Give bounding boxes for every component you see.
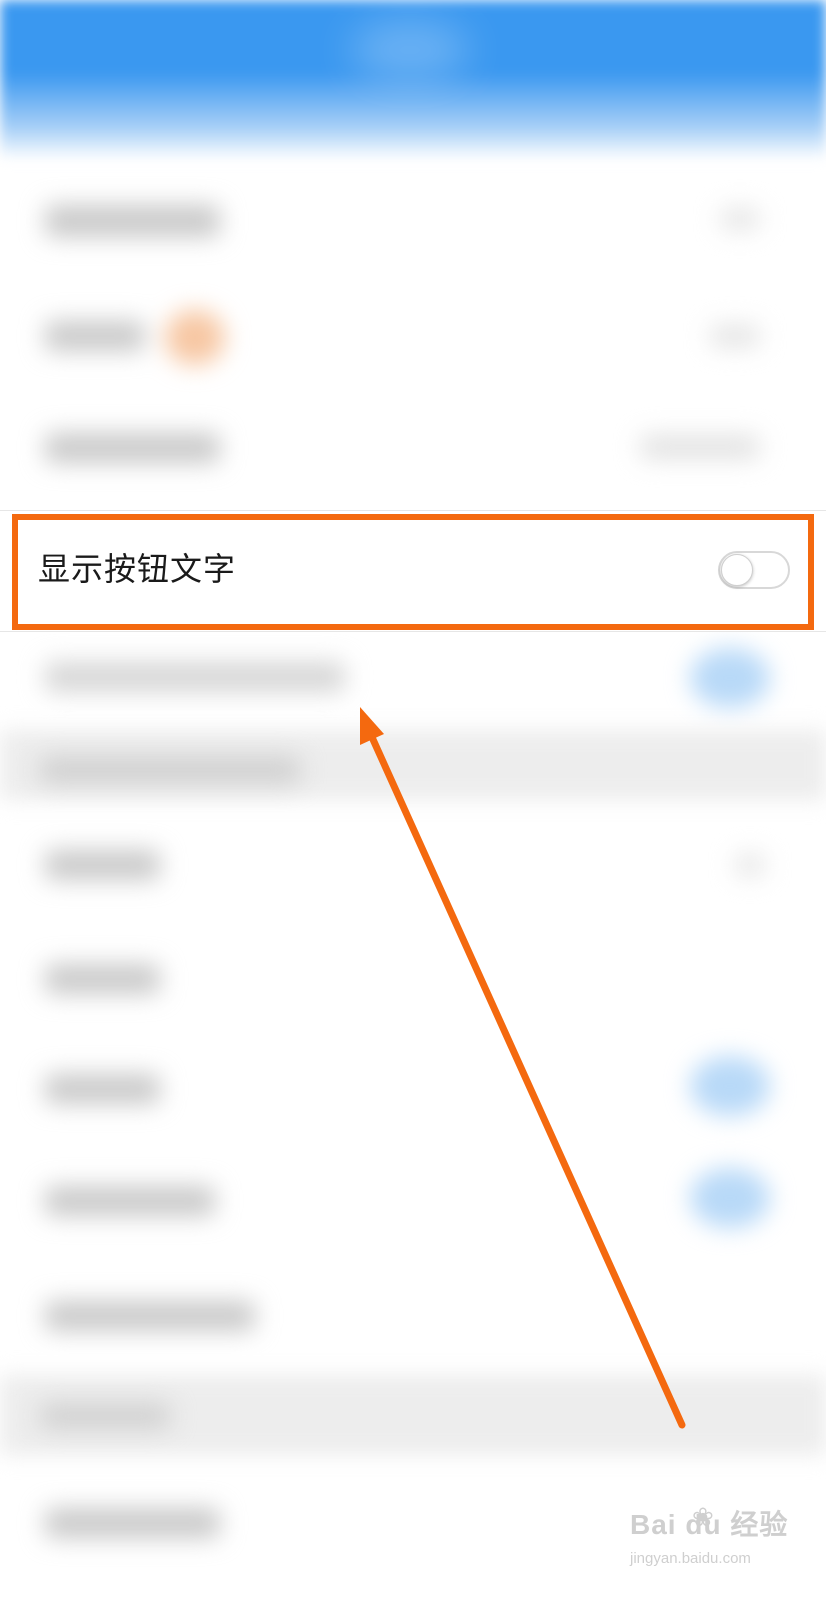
blurred-settings-background — [0, 0, 826, 1600]
setting-row-show-button-text[interactable]: 显示按钮文字 — [0, 510, 826, 632]
blurred-setting-row — [0, 395, 826, 495]
blurred-setting-row — [0, 1265, 826, 1365]
watermark-url: jingyan.baidu.com — [630, 1550, 751, 1567]
blurred-setting-row — [0, 640, 826, 740]
blurred-setting-row — [0, 1150, 826, 1250]
baidu-jingyan-watermark: Bai du 经验 ❀ jingyan.baidu.com — [630, 1502, 810, 1588]
settings-screen: 显示按钮文字 Bai du 经验 ❀ jingyan.baidu.com — [0, 0, 826, 1600]
header-glow — [350, 20, 470, 80]
blurred-section-title — [0, 745, 826, 795]
blurred-setting-row — [0, 820, 826, 920]
blurred-section-title — [0, 1390, 826, 1440]
blurred-setting-row — [0, 170, 826, 270]
paw-icon: ❀ — [692, 1502, 714, 1532]
setting-label: 显示按钮文字 — [38, 550, 237, 588]
show-button-text-toggle[interactable] — [718, 551, 790, 589]
toggle-knob — [721, 554, 753, 586]
blurred-setting-row — [0, 1040, 826, 1140]
blurred-setting-row — [0, 285, 826, 385]
blurred-setting-row — [0, 930, 826, 1030]
